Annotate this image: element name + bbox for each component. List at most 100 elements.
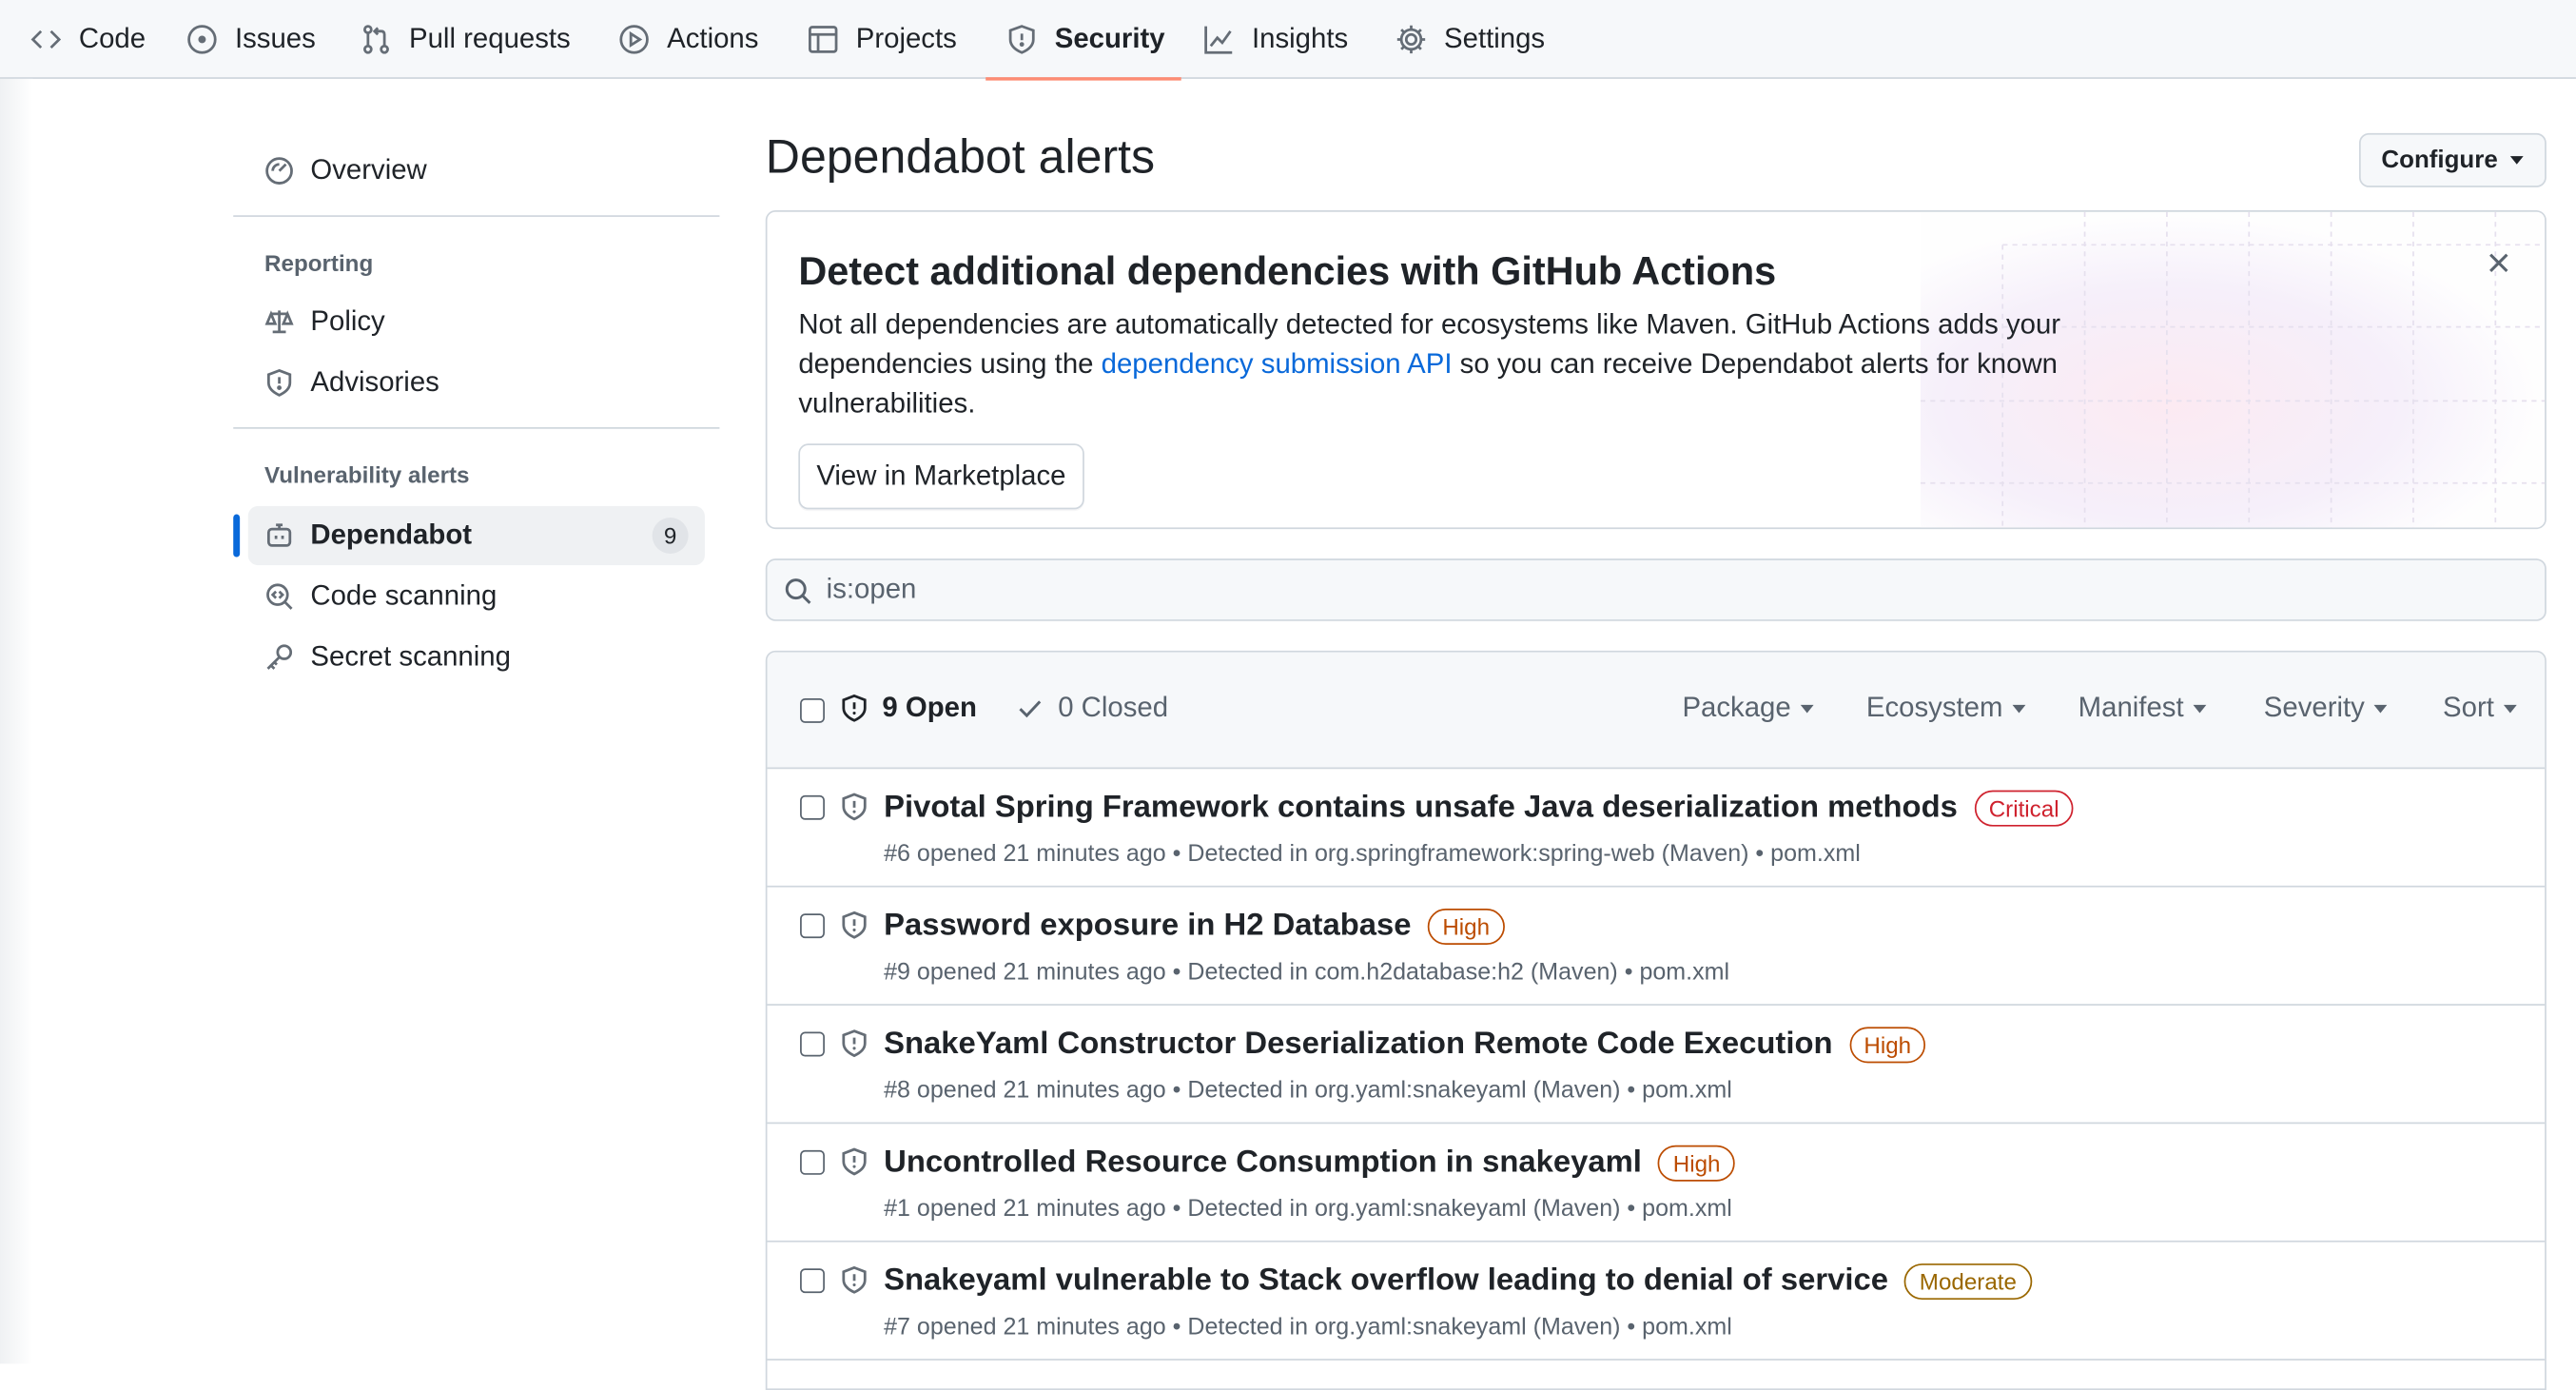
closed-count-label: 0 Closed (1058, 692, 1169, 723)
configure-button[interactable]: Configure (2358, 132, 2547, 187)
issue-icon (187, 25, 217, 54)
package-filter[interactable]: Package (1682, 692, 1814, 725)
sidebar-item-policy[interactable]: Policy (248, 292, 705, 351)
tab-issues[interactable]: Issues (185, 0, 316, 79)
law-icon (264, 310, 294, 334)
sidebar-item-label: Dependabot (310, 519, 473, 551)
tab-issues-label: Issues (234, 23, 316, 54)
alert-title-link[interactable]: Uncontrolled Resource Consumption in sna… (884, 1145, 1736, 1182)
meter-icon (265, 157, 293, 185)
search-input[interactable] (826, 559, 2519, 620)
chevron-down-icon (2012, 704, 2026, 713)
severity-badge: High (1658, 1145, 1736, 1182)
tab-actions-label: Actions (667, 23, 759, 54)
tab-settings[interactable]: Settings (1395, 0, 1545, 79)
tab-projects-label: Projects (855, 23, 957, 54)
manifest-filter[interactable]: Manifest (2078, 692, 2207, 725)
tab-actions[interactable]: Actions (617, 0, 758, 79)
tab-code[interactable]: Code (29, 0, 146, 79)
banner-title: Detect additional dependencies with GitH… (798, 249, 1777, 295)
check-icon (1019, 700, 1042, 718)
code-icon (30, 29, 62, 49)
filter-label: Severity (2263, 692, 2365, 723)
shield-icon (1008, 25, 1035, 54)
chevron-down-icon (2193, 704, 2207, 713)
alert-checkbox[interactable] (800, 1149, 825, 1175)
shield-icon (842, 910, 867, 939)
severity-badge: Critical (1974, 790, 2075, 827)
tab-insights-label: Insights (1251, 23, 1349, 54)
chevron-down-icon (2510, 156, 2525, 165)
open-filter-tab[interactable]: 9 Open (839, 692, 977, 725)
banner-description: Not all dependencies are automatically d… (798, 305, 2079, 423)
sidebar-heading-reporting: Reporting (264, 249, 374, 277)
tab-pull-requests[interactable]: Pull requests (360, 0, 571, 79)
chevron-down-icon (1801, 704, 1814, 713)
sidebar-item-code-scanning[interactable]: Code scanning (248, 567, 705, 626)
alert-checkbox[interactable] (800, 1268, 825, 1294)
alert-title: Pivotal Spring Framework contains unsafe… (884, 790, 1958, 825)
alert-row: Uncontrolled Resource Consumption in sna… (767, 1124, 2546, 1243)
alert-row: Pivotal Spring Framework contains unsafe… (767, 769, 2546, 888)
alert-title: Snakeyaml vulnerable to Stack overflow l… (884, 1263, 1888, 1299)
alert-meta: #8 opened 21 minutes ago • Detected in o… (884, 1077, 1732, 1105)
ecosystem-filter[interactable]: Ecosystem (1866, 692, 2026, 725)
open-count-label: 9 Open (882, 692, 977, 723)
alert-row: Password exposure in H2 Database High #9 … (767, 888, 2546, 1006)
tab-pull-requests-label: Pull requests (409, 23, 571, 54)
shield-icon (266, 368, 292, 397)
sidebar-item-label: Advisories (310, 366, 439, 398)
dependabot-icon (266, 523, 292, 547)
sidebar-item-label: Secret scanning (310, 640, 511, 673)
tab-projects[interactable]: Projects (807, 0, 957, 79)
alert-title-link[interactable]: Password exposure in H2 Database High (884, 909, 1505, 946)
alert-meta: #1 opened 21 minutes ago • Detected in o… (884, 1196, 1732, 1223)
sort-dropdown[interactable]: Sort (2443, 692, 2518, 725)
close-icon[interactable] (2486, 250, 2512, 277)
sidebar-item-secret-scanning[interactable]: Secret scanning (248, 628, 705, 687)
gear-icon (1396, 25, 1426, 54)
shield-icon (842, 1265, 867, 1294)
filter-label: Package (1682, 692, 1791, 723)
sidebar-divider (233, 427, 720, 429)
search-icon (785, 578, 811, 604)
alert-title-link[interactable]: Pivotal Spring Framework contains unsafe… (884, 790, 2075, 827)
select-all-checkbox[interactable] (800, 697, 825, 723)
configure-label: Configure (2381, 146, 2498, 175)
tab-code-label: Code (78, 23, 146, 54)
alerts-search (765, 558, 2547, 621)
alert-title-link[interactable]: SnakeYaml Constructor Deserialization Re… (884, 1027, 1926, 1064)
alert-checkbox[interactable] (800, 913, 825, 939)
dependency-submission-api-link[interactable]: dependency submission API (1102, 348, 1453, 380)
alert-meta: #7 opened 21 minutes ago • Detected in o… (884, 1314, 1732, 1341)
left-edge-shade (0, 78, 33, 1364)
pull-request-icon (363, 25, 389, 54)
filter-label: Ecosystem (1865, 692, 2003, 723)
severity-badge: Moderate (1904, 1263, 2032, 1301)
alerts-list-header: 9 Open 0 Closed Package Ecosystem Manife… (767, 652, 2546, 770)
severity-badge: High (1427, 909, 1505, 946)
sidebar-item-overview[interactable]: Overview (248, 142, 705, 201)
alert-title: SnakeYaml Constructor Deserialization Re… (884, 1027, 1833, 1062)
alert-checkbox[interactable] (800, 1031, 825, 1057)
alert-row: Snakeyaml vulnerable to Stack overflow l… (767, 1243, 2546, 1361)
page-title: Dependabot alerts (765, 131, 1156, 185)
view-in-marketplace-button[interactable]: View in Marketplace (798, 443, 1084, 510)
tab-security[interactable]: Security (986, 0, 1181, 81)
tab-security-label: Security (1054, 23, 1165, 54)
alert-checkbox[interactable] (800, 794, 825, 820)
alert-title-link[interactable]: Snakeyaml vulnerable to Stack overflow l… (884, 1263, 2032, 1301)
tab-settings-label: Settings (1444, 23, 1546, 54)
filter-label: Manifest (2078, 692, 2184, 723)
shield-icon (842, 694, 867, 722)
chevron-down-icon (2374, 704, 2389, 713)
actions-banner: Detect additional dependencies with GitH… (765, 210, 2547, 530)
closed-filter-tab[interactable]: 0 Closed (1015, 692, 1168, 725)
sidebar-item-dependabot[interactable]: Dependabot 9 (247, 505, 705, 566)
graph-icon (1204, 26, 1233, 54)
severity-filter[interactable]: Severity (2263, 692, 2389, 725)
key-icon (266, 644, 293, 670)
sidebar-item-advisories[interactable]: Advisories (248, 353, 705, 412)
chevron-down-icon (2504, 704, 2518, 713)
tab-insights[interactable]: Insights (1202, 0, 1348, 79)
